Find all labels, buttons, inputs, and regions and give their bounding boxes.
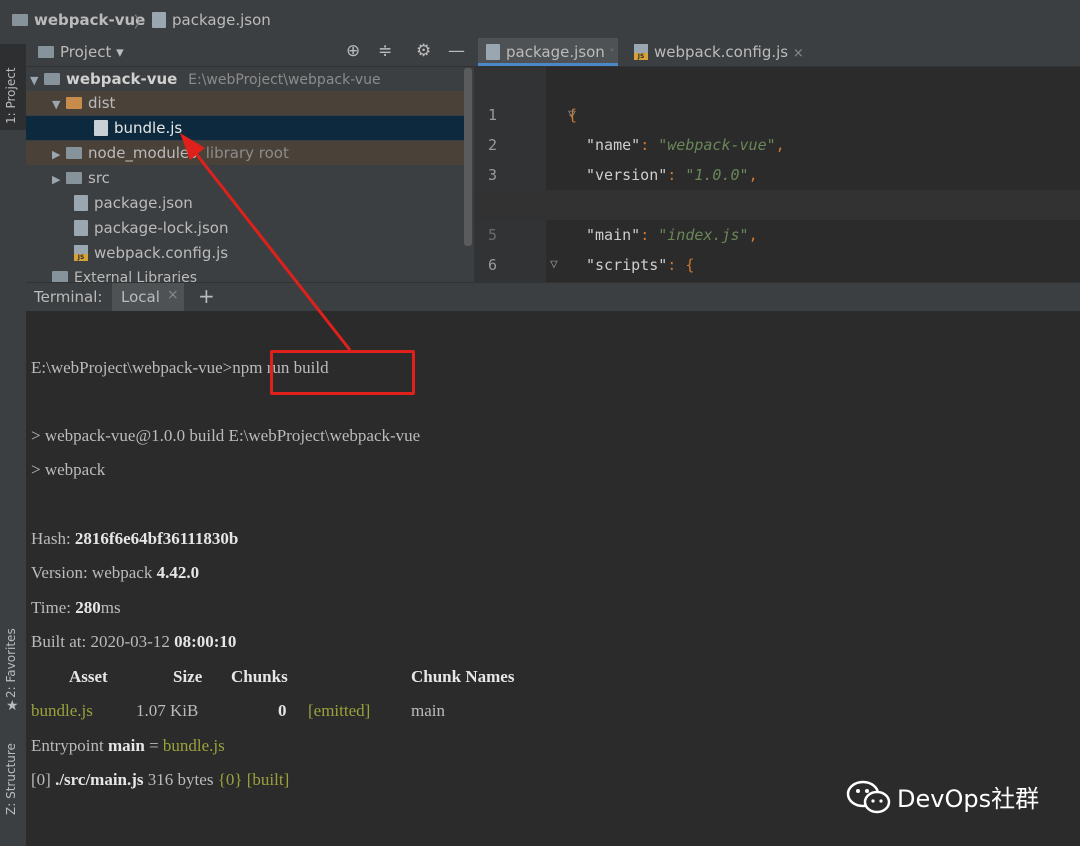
watermark: DevOps社群 (845, 775, 1065, 819)
arrow-shaft (188, 145, 352, 351)
watermark-text: DevOps社群 (897, 785, 1040, 813)
arrow-head (180, 133, 205, 160)
wechat-icon (846, 780, 891, 814)
annotation-arrow (180, 133, 352, 351)
